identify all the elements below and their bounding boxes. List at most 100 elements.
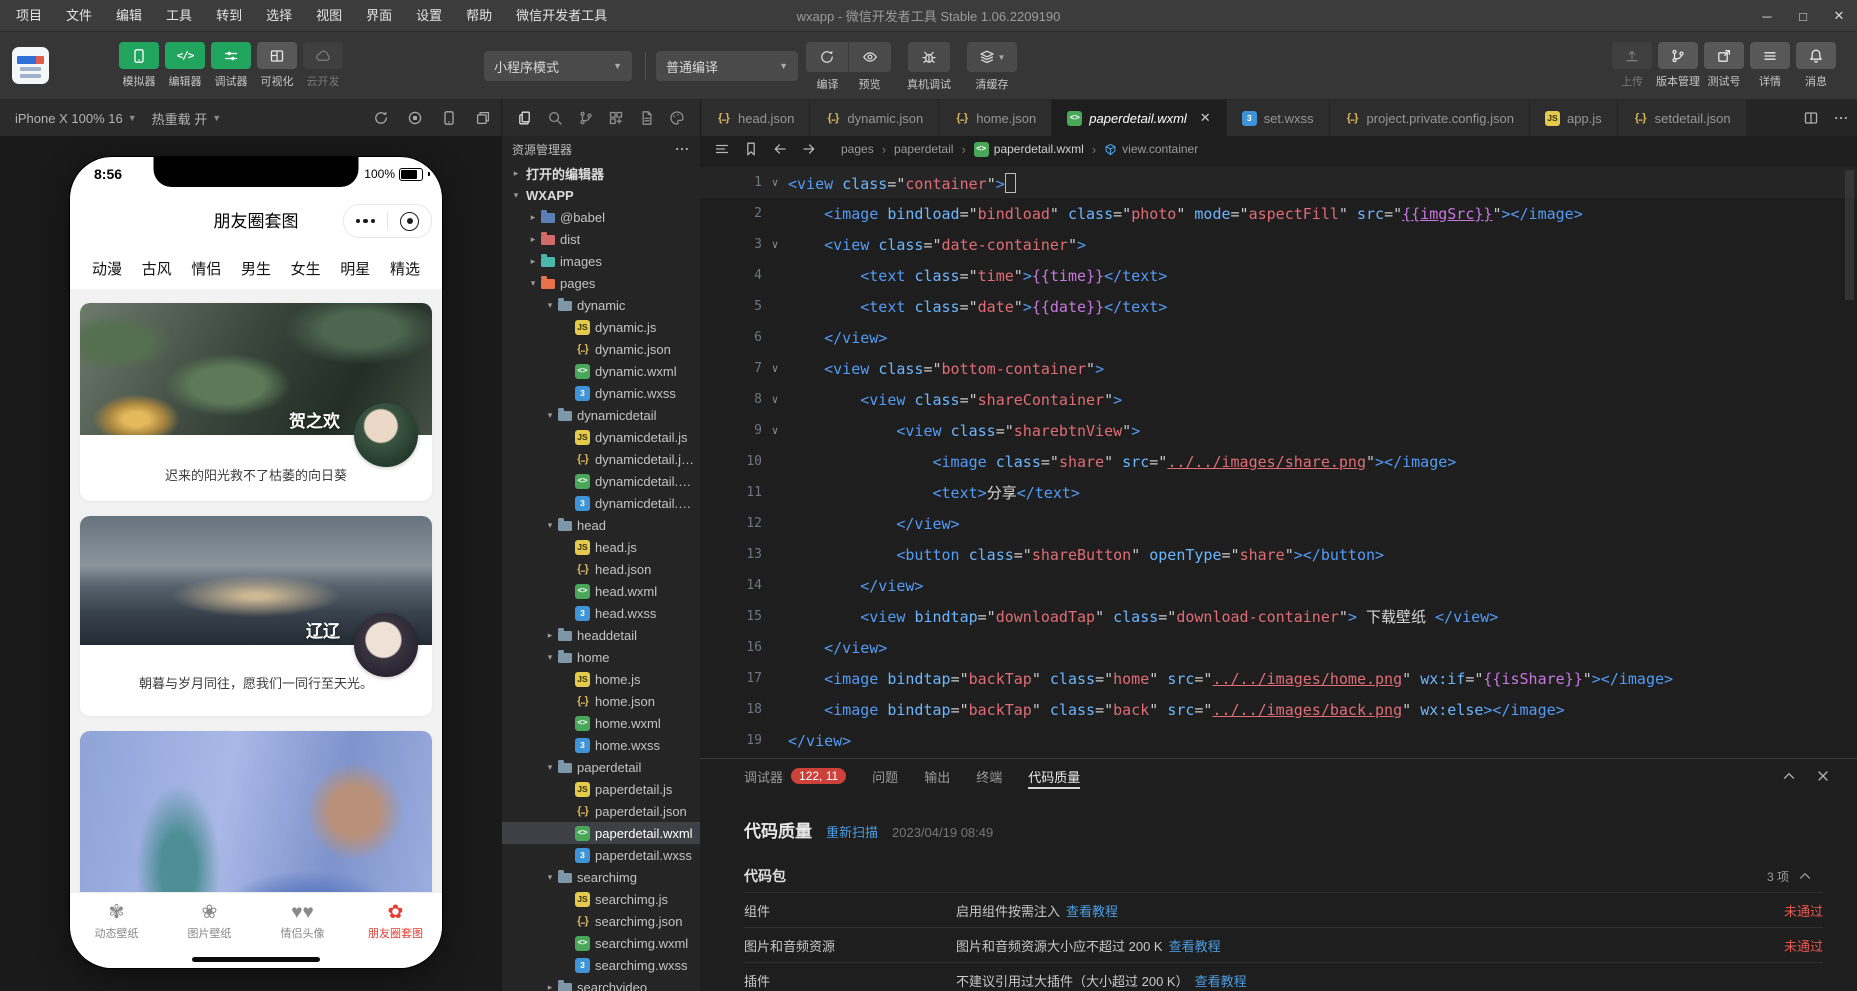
hot-reload-toggle[interactable]: 热重载 开 ▼	[152, 109, 222, 128]
tree-item-images[interactable]: ▸ images	[502, 250, 700, 272]
fold-icon[interactable]: ∨	[762, 238, 788, 251]
menu-文件[interactable]: 文件	[54, 0, 104, 32]
code-toggle-button[interactable]: </> 编辑器	[162, 32, 208, 89]
tree-item-head.wxml[interactable]: <> head.wxml	[502, 580, 700, 602]
menu-设置[interactable]: 设置	[404, 0, 454, 32]
code-editor[interactable]: 1 ∨ <view class="container"> 2 <image bindl…	[700, 162, 1857, 756]
tree-item-WXAPP[interactable]: ▾ WXAPP	[502, 184, 700, 206]
search-icon[interactable]	[547, 110, 563, 126]
editor-tab-home.json[interactable]: {..} home.json	[939, 100, 1053, 136]
code-line-18[interactable]: 18 <image bindtap="backTap" class="back"…	[700, 694, 1857, 725]
code-line-5[interactable]: 5 <text class="date">{{date}}</text>	[700, 291, 1857, 322]
tree-item-dynamicdetail[interactable]: ▾ dynamicdetail	[502, 404, 700, 426]
menu-视图[interactable]: 视图	[304, 0, 354, 32]
tree-item-paperdetail.json[interactable]: {..} paperdetail.json	[502, 800, 700, 822]
detach-window-icon[interactable]	[475, 110, 491, 126]
fold-icon[interactable]: ∨	[762, 176, 788, 189]
outline-list-icon[interactable]	[714, 141, 730, 157]
navigate-back-icon[interactable]	[772, 141, 788, 157]
mode-select[interactable]: 小程序模式 ▼	[484, 51, 632, 81]
layout-toggle-button[interactable]: 可视化	[254, 32, 300, 89]
split-editor-icon[interactable]	[1803, 110, 1819, 126]
file-outline-icon[interactable]	[639, 110, 655, 126]
editor-tab-setdetail.json[interactable]: {..} setdetail.json	[1617, 100, 1747, 136]
category-tab-男生[interactable]: 男生	[241, 258, 271, 279]
menu-微信开发者工具[interactable]: 微信开发者工具	[504, 0, 619, 32]
tree-item-searchimg.json[interactable]: {..} searchimg.json	[502, 910, 700, 932]
tree-item-searchvideo[interactable]: ▸ searchvideo	[502, 976, 700, 991]
tree-item-dynamicdetail.js[interactable]: JS dynamicdetail.js	[502, 426, 700, 448]
menu-编辑[interactable]: 编辑	[104, 0, 154, 32]
cloud-toggle-button[interactable]: 云开发	[300, 32, 346, 89]
tree-item-paperdetail.wxss[interactable]: 3 paperdetail.wxss	[502, 844, 700, 866]
tree-item-home.json[interactable]: {..} home.json	[502, 690, 700, 712]
tree-item-searchimg.wxss[interactable]: 3 searchimg.wxss	[502, 954, 700, 976]
menu-界面[interactable]: 界面	[354, 0, 404, 32]
tutorial-link[interactable]: 查看教程	[1195, 971, 1247, 990]
restart-icon[interactable]	[373, 110, 389, 126]
category-tab-精选[interactable]: 精选	[390, 258, 420, 279]
code-line-14[interactable]: 14 </view>	[700, 570, 1857, 601]
wallpaper-card[interactable]: 贺之欢 迟来的阳光救不了枯萎的向日葵	[80, 303, 432, 501]
tree-item-打开的编辑器[interactable]: ▸ 打开的编辑器	[502, 162, 700, 184]
code-line-4[interactable]: 4 <text class="time">{{time}}</text>	[700, 260, 1857, 291]
code-line-11[interactable]: 11 <text>分享</text>	[700, 477, 1857, 508]
tree-item-searchimg.js[interactable]: JS searchimg.js	[502, 888, 700, 910]
code-line-2[interactable]: 2 <image bindload="bindload" class="phot…	[700, 198, 1857, 229]
device-select[interactable]: iPhone X 100% 16 ▼	[15, 111, 137, 126]
explorer-files-icon[interactable]	[517, 110, 533, 126]
fold-icon[interactable]: ∨	[762, 424, 788, 437]
compile-button[interactable]	[806, 42, 848, 72]
tree-item-head.json[interactable]: {..} head.json	[502, 558, 700, 580]
panel-tab-代码质量[interactable]: 代码质量	[1028, 759, 1081, 793]
category-tab-古风[interactable]: 古风	[142, 258, 172, 279]
more-actions-icon[interactable]	[674, 141, 690, 157]
clear-cache-button[interactable]: ▼	[967, 42, 1017, 72]
tree-item-dynamic.json[interactable]: {..} dynamic.json	[502, 338, 700, 360]
editor-tab-head.json[interactable]: {..} head.json	[701, 100, 811, 136]
editor-tab-paperdetail.wxml[interactable]: <> paperdetail.wxml ✕	[1052, 100, 1227, 136]
消息-button[interactable]: 消息	[1793, 32, 1839, 89]
bookmark-icon[interactable]	[743, 141, 759, 157]
editor-tab-project.private.config.json[interactable]: {..} project.private.config.json	[1329, 100, 1530, 136]
remote-debug-button[interactable]	[908, 42, 950, 72]
code-line-6[interactable]: 6 </view>	[700, 322, 1857, 353]
code-line-15[interactable]: 15 <view bindtap="downloadTap" class="do…	[700, 601, 1857, 632]
menu-转到[interactable]: 转到	[204, 0, 254, 32]
rotate-device-icon[interactable]	[441, 110, 457, 126]
close-button[interactable]: ✕	[1821, 0, 1857, 32]
category-tab-情侣[interactable]: 情侣	[191, 258, 221, 279]
sliders-toggle-button[interactable]: 调试器	[208, 32, 254, 89]
avatar[interactable]	[354, 613, 418, 677]
tree-item-searchimg.wxml[interactable]: <> searchimg.wxml	[502, 932, 700, 954]
collapse-section-icon[interactable]	[1797, 868, 1813, 884]
breadcrumb-item-paperdetail.wxml[interactable]: <> paperdetail.wxml	[973, 141, 1084, 157]
tree-item-head[interactable]: ▾ head	[502, 514, 700, 536]
appearance-icon[interactable]	[669, 110, 685, 126]
breadcrumb-item-paperdetail[interactable]: paperdetail	[894, 142, 953, 156]
panel-tab-输出[interactable]: 输出	[924, 759, 950, 793]
fold-icon[interactable]: ∨	[762, 393, 788, 406]
preview-button[interactable]	[848, 42, 891, 72]
menu-项目[interactable]: 项目	[4, 0, 54, 32]
minimize-button[interactable]: ─	[1749, 0, 1785, 32]
navigate-forward-icon[interactable]	[801, 141, 817, 157]
wallpaper-card[interactable]: 辽辽 朝暮与岁月同往，愿我们一同行至天光。	[80, 516, 432, 716]
tree-item-paperdetail.js[interactable]: JS paperdetail.js	[502, 778, 700, 800]
editor-tab-set.wxss[interactable]: 3 set.wxss	[1226, 100, 1330, 136]
collapse-panel-icon[interactable]	[1781, 768, 1797, 784]
fold-icon[interactable]: ∨	[762, 362, 788, 375]
tree-item-paperdetail[interactable]: ▾ paperdetail	[502, 756, 700, 778]
home-indicator[interactable]	[192, 957, 320, 962]
tree-item-dynamic.wxss[interactable]: 3 dynamic.wxss	[502, 382, 700, 404]
phone-toggle-button[interactable]: 模拟器	[116, 32, 162, 89]
close-panel-icon[interactable]	[1815, 768, 1831, 784]
panel-tab-问题[interactable]: 问题	[872, 759, 898, 793]
tree-item-home[interactable]: ▾ home	[502, 646, 700, 668]
panel-tab-调试器[interactable]: 调试器 122, 11	[744, 759, 847, 793]
menu-选择[interactable]: 选择	[254, 0, 304, 32]
tabbar-item-朋友圈套图[interactable]: ✿ 朋友圈套图	[349, 893, 442, 950]
code-line-7[interactable]: 7 ∨ <view class="bottom-container">	[700, 353, 1857, 384]
tree-item-dist[interactable]: ▸ dist	[502, 228, 700, 250]
editor-tab-app.js[interactable]: JS app.js	[1529, 100, 1618, 136]
